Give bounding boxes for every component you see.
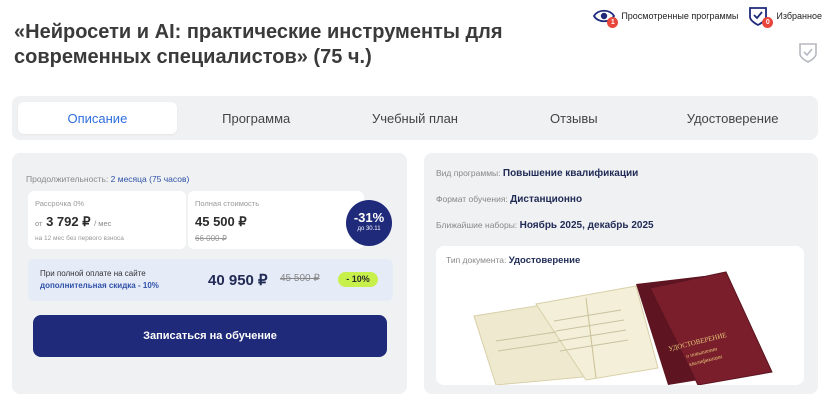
tab-curriculum[interactable]: Учебный план (336, 102, 495, 134)
shield-favorite-icon: 0 (748, 6, 774, 28)
tab-certificate[interactable]: Удостоверение (653, 102, 812, 134)
tab-reviews[interactable]: Отзывы (494, 102, 653, 134)
nearest-intake-label: Ближайшие наборы: (436, 220, 518, 230)
certificate-image: УДОСТОВЕРЕНИЕ о повышении квалификации (473, 271, 773, 385)
eye-icon: 1 (593, 6, 619, 28)
viewed-programs-label: Просмотренные программы (621, 11, 739, 21)
format-row: Формат обучения: Дистанционно (436, 194, 582, 205)
nearest-intake-value: Ноябрь 2025, декабрь 2025 (519, 220, 654, 231)
duration-value: 2 месяца (75 часов) (110, 174, 190, 184)
full-pay-discount-text: дополнительная скидка - 10% (40, 281, 159, 290)
program-info-panel: Вид программы: Повышение квалификации Фо… (424, 153, 818, 394)
full-price: 45 500 ₽ (195, 214, 247, 229)
viewed-programs-link[interactable]: 1 Просмотренные программы (593, 6, 739, 28)
installment-price-value: 3 792 ₽ (46, 214, 91, 229)
discount-badge: -31% до 30.11 (346, 200, 392, 246)
tab-program[interactable]: Программа (177, 102, 336, 134)
viewed-count-badge: 1 (607, 17, 619, 28)
format-value: Дистанционно (510, 194, 583, 205)
program-type-value: Повышение квалификации (502, 168, 639, 179)
full-pay-text: При полной оплате на сайте (40, 269, 146, 278)
installment-unit: / мес (94, 219, 112, 228)
page-title: «Нейросети и AI: практические инструмент… (14, 21, 503, 68)
enroll-button[interactable]: Записаться на обучение (33, 315, 387, 357)
discount-percent: -31% (353, 210, 385, 225)
full-pay-discount-tag: - 10% (338, 272, 378, 287)
full-price-card: Полная стоимость 45 500 ₽ 66 000 ₽ (188, 191, 364, 249)
top-links: 1 Просмотренные программы 0 Избранное (593, 6, 822, 28)
installment-label: Рассрочка 0% (35, 199, 85, 208)
favorites-link[interactable]: 0 Избранное (748, 6, 822, 28)
duration-label: Продолжительность: (26, 174, 109, 184)
installment-card: Рассрочка 0% от 3 792 ₽ / мес на 12 мес … (28, 191, 186, 249)
tabs-bar: Описание Программа Учебный план Отзывы У… (12, 96, 818, 140)
full-pay-offer: При полной оплате на сайте дополнительна… (28, 259, 393, 301)
favorites-count-badge: 0 (762, 17, 774, 28)
full-pay-old-price: 45 500 ₽ (280, 273, 320, 284)
full-pay-price: 40 950 ₽ (208, 272, 268, 289)
format-label: Формат обучения: (436, 194, 508, 204)
tab-description[interactable]: Описание (18, 102, 177, 134)
installment-prefix: от (35, 219, 43, 228)
program-type-label: Вид программы: (436, 168, 501, 178)
installment-note: на 12 мес без первого взноса (35, 235, 124, 242)
duration: Продолжительность: 2 месяца (75 часов) (26, 174, 189, 184)
document-card: Тип документа: Удостоверение УДОСТОВЕРЕН… (436, 246, 804, 385)
add-to-favorites-icon[interactable] (798, 42, 818, 69)
discount-until: до 30.11 (357, 226, 381, 232)
full-price-label: Полная стоимость (195, 199, 260, 208)
program-type-row: Вид программы: Повышение квалификации (436, 168, 638, 179)
nearest-intake-row: Ближайшие наборы: Ноябрь 2025, декабрь 2… (436, 220, 654, 231)
favorites-label: Избранное (776, 11, 822, 21)
pricing-panel: Продолжительность: 2 месяца (75 часов) Р… (12, 153, 407, 394)
installment-price: от 3 792 ₽ / мес (35, 214, 111, 230)
full-old-price: 66 000 ₽ (195, 234, 227, 243)
